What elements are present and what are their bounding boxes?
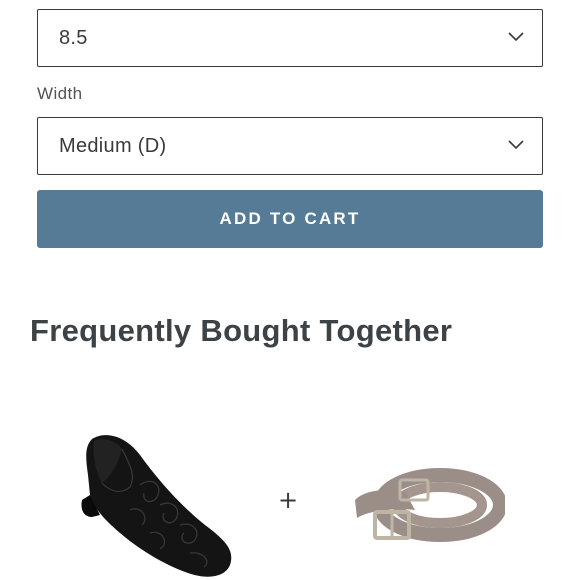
width-label: Width: [37, 84, 83, 103]
chevron-down-icon: [508, 140, 524, 150]
add-to-cart-button[interactable]: ADD TO CART: [37, 190, 543, 248]
frequently-bought-title: Frequently Bought Together: [30, 313, 453, 348]
belt-image[interactable]: [345, 460, 505, 555]
width-select[interactable]: Medium (D): [37, 117, 543, 175]
shoe-image[interactable]: [70, 425, 240, 580]
width-select-value: Medium (D): [59, 134, 167, 157]
plus-separator: +: [278, 486, 299, 514]
size-select[interactable]: 8.5: [37, 9, 543, 67]
size-select-value: 8.5: [59, 26, 88, 49]
chevron-down-icon: [508, 32, 524, 42]
